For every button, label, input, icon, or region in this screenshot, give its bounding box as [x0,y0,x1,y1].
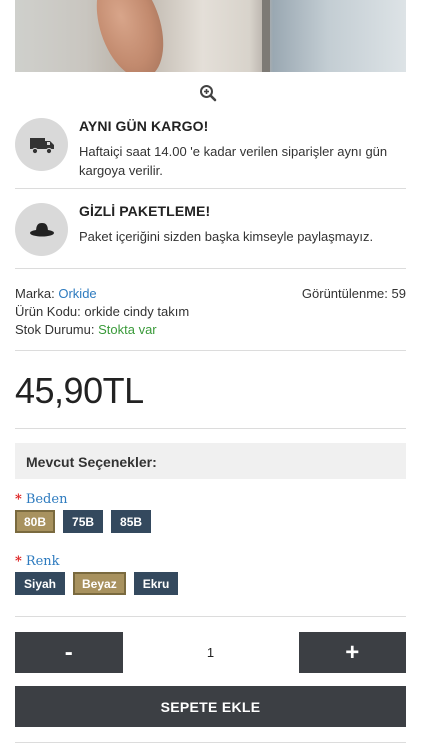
product-photo-detail-frame [262,0,270,72]
color-options: Siyah Beyaz Ekru [15,572,179,595]
hat-icon [15,203,68,256]
discreet-packaging-info: GİZLİ PAKETLEME! Paket içeriğini sizden … [15,203,406,256]
size-option-75b[interactable]: 75B [63,510,104,533]
divider [15,428,406,429]
product-photo-detail [84,0,176,72]
divider [15,742,406,743]
stock-label: Stok Durumu: [15,322,95,337]
zoom-icon[interactable] [199,84,217,102]
increase-quantity-button[interactable]: + [298,632,406,673]
product-code-row: Ürün Kodu: orkide cindy takım [15,303,406,321]
views-label: Görüntülenme: [301,286,388,301]
color-option-siyah[interactable]: Siyah [15,572,66,595]
product-code-value: orkide cindy takım [84,304,190,319]
brand-link[interactable]: Orkide [58,286,96,301]
shipping-title: AYNI GÜN KARGO! [79,118,209,134]
color-option-beyaz[interactable]: Beyaz [73,572,126,595]
product-code-label: Ürün Kodu: [15,304,81,319]
quantity-input[interactable] [122,632,299,673]
divider [15,188,406,189]
product-price: 45,90TL [15,370,144,411]
packaging-description: Paket içeriğini sizden başka kimseyle pa… [79,229,374,244]
size-options: 80B 75B 85B [15,510,152,533]
divider [15,350,406,351]
color-option-ekru[interactable]: Ekru [133,572,179,595]
stock-row: Stok Durumu: Stokta var [15,321,406,339]
views-count: 59 [391,286,406,301]
divider [15,268,406,269]
truck-icon [15,118,68,171]
same-day-shipping-info: AYNI GÜN KARGO! Haftaiçi saat 14.00 'e k… [15,118,406,180]
packaging-title: GİZLİ PAKETLEME! [79,203,211,219]
size-label: Beden [25,492,68,507]
size-option-80b[interactable]: 80B [15,510,56,533]
quantity-stepper: - + [15,632,406,673]
stock-status: Stokta var [98,322,157,337]
product-meta: Marka: Orkide Görüntülenme: 59 Ürün Kodu… [15,285,406,339]
views-row: Görüntülenme: 59 [302,285,406,303]
shipping-description: Haftaiçi saat 14.00 'e kadar verilen sip… [79,144,388,178]
color-option-label: * Renk [15,554,60,569]
divider [15,616,406,617]
options-header: Mevcut Seçenekler: [15,443,406,479]
color-label: Renk [25,554,60,569]
brand-label: Marka: [15,286,55,301]
size-option-label: * Beden [15,492,67,507]
required-marker: * [15,554,22,569]
size-option-85b[interactable]: 85B [111,510,152,533]
required-marker: * [15,492,22,507]
add-to-cart-button[interactable]: SEPETE EKLE [15,686,406,727]
product-image[interactable] [15,0,406,72]
decrease-quantity-button[interactable]: - [15,632,123,673]
